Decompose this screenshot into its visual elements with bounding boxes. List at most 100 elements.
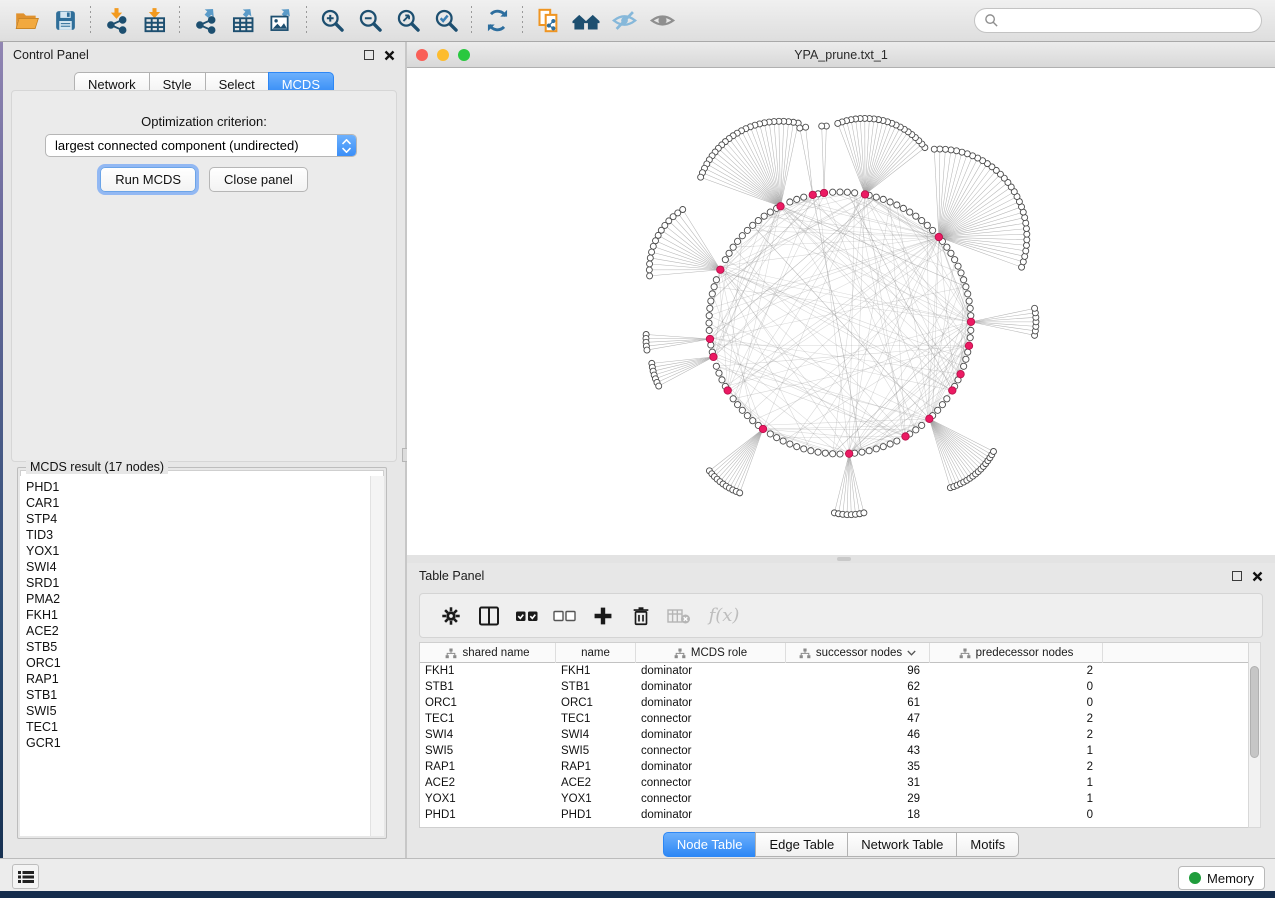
apply-layout-icon[interactable] [478, 4, 516, 38]
column-header-successor-nodes[interactable]: successor nodes [786, 643, 930, 663]
mcds-result-item[interactable]: STP4 [26, 511, 370, 527]
column-header-shared-name[interactable]: shared name [420, 643, 556, 663]
table-row[interactable]: PHD1PHD1dominator180 [420, 807, 1248, 823]
table-cell: FKH1 [420, 663, 556, 679]
table-row[interactable]: RAP1RAP1dominator352 [420, 759, 1248, 775]
optimization-select[interactable]: largest connected component (undirected) [45, 134, 357, 157]
table-cell: ACE2 [420, 775, 556, 791]
column-header-MCDS-role[interactable]: MCDS role [636, 643, 786, 663]
open-session-icon[interactable] [8, 4, 46, 38]
zoom-fit-icon[interactable] [389, 4, 427, 38]
table-row[interactable]: ACE2ACE2connector311 [420, 775, 1248, 791]
zoom-out-icon[interactable] [351, 4, 389, 38]
table-cell: dominator [636, 695, 786, 711]
memory-status-icon [1189, 872, 1201, 884]
table-cell: PHD1 [420, 807, 556, 823]
deselect-all-columns-icon[interactable] [546, 597, 584, 635]
mcds-result-item[interactable]: SRD1 [26, 575, 370, 591]
mcds-result-item[interactable]: STB1 [26, 687, 370, 703]
mcds-result-item[interactable]: TID3 [26, 527, 370, 543]
save-session-icon[interactable] [46, 4, 84, 38]
mcds-result-item[interactable]: CAR1 [26, 495, 370, 511]
table-body: FKH1FKH1dominator962STB1STB1dominator620… [420, 663, 1248, 823]
mcds-result-item[interactable]: YOX1 [26, 543, 370, 559]
table-row[interactable]: FKH1FKH1dominator962 [420, 663, 1248, 679]
tab-network-table[interactable]: Network Table [847, 832, 956, 857]
table-scrollbar-thumb[interactable] [1250, 666, 1259, 758]
column-header-predecessor-nodes[interactable]: predecessor nodes [930, 643, 1103, 663]
table-scrollbar[interactable] [1248, 642, 1261, 828]
hide-selected-icon[interactable] [605, 4, 643, 38]
mcds-result-item[interactable]: FKH1 [26, 607, 370, 623]
table-row[interactable]: YOX1YOX1connector291 [420, 791, 1248, 807]
mcds-result-item[interactable]: SWI4 [26, 559, 370, 575]
import-network-icon[interactable] [97, 4, 135, 38]
mcds-result-item[interactable]: ORC1 [26, 655, 370, 671]
mcds-result-item[interactable]: GCR1 [26, 735, 370, 751]
application-window: Control Panel Network Style Select MCDS … [0, 0, 1275, 891]
tab-edge-table[interactable]: Edge Table [755, 832, 847, 857]
horizontal-splitter-grip[interactable] [837, 557, 851, 561]
table-cell: 0 [930, 695, 1103, 711]
table-cell: TEC1 [556, 711, 636, 727]
show-panels-button[interactable] [12, 864, 39, 889]
new-network-from-selection-icon[interactable] [529, 4, 567, 38]
sort-chevron-icon[interactable] [907, 650, 916, 656]
column-header-label: shared name [462, 647, 529, 659]
close-panel-icon[interactable] [384, 50, 395, 61]
mcds-result-item[interactable]: PMA2 [26, 591, 370, 607]
window-close-button[interactable] [416, 49, 428, 61]
network-graph-svg [407, 68, 1275, 555]
mcds-result-item[interactable]: PHD1 [26, 479, 370, 495]
mcds-result-item[interactable]: STB5 [26, 639, 370, 655]
mcds-result-item[interactable]: ACE2 [26, 623, 370, 639]
show-all-icon[interactable] [643, 4, 681, 38]
table-cell: dominator [636, 679, 786, 695]
run-mcds-button[interactable]: Run MCDS [100, 167, 196, 192]
tab-motifs[interactable]: Motifs [956, 832, 1019, 857]
zoom-in-icon[interactable] [313, 4, 351, 38]
close-table-panel-icon[interactable] [1252, 571, 1263, 582]
network-titlebar[interactable]: YPA_prune.txt_1 [407, 42, 1275, 68]
export-table-icon[interactable] [224, 4, 262, 38]
search-field[interactable] [974, 8, 1262, 33]
show-columns-icon[interactable] [470, 597, 508, 635]
memory-button[interactable]: Memory [1178, 866, 1265, 890]
mcds-result-item[interactable]: RAP1 [26, 671, 370, 687]
horizontal-splitter[interactable] [407, 555, 1275, 563]
fx-label: f(x) [709, 605, 740, 626]
mcds-result-item[interactable]: TEC1 [26, 719, 370, 735]
import-table-icon[interactable] [135, 4, 173, 38]
export-network-icon[interactable] [186, 4, 224, 38]
table-cell: SWI4 [420, 727, 556, 743]
first-neighbors-icon[interactable] [567, 4, 605, 38]
table-row[interactable]: SWI5SWI5connector431 [420, 743, 1248, 759]
table-mode-gear-icon[interactable] [432, 597, 470, 635]
tab-node-table[interactable]: Node Table [663, 832, 756, 857]
search-input[interactable] [999, 11, 1261, 31]
table-cell: 18 [786, 807, 930, 823]
table-row[interactable]: STB1STB1dominator620 [420, 679, 1248, 695]
zoom-selected-icon[interactable] [427, 4, 465, 38]
mcds-result-scrollbar[interactable] [370, 476, 384, 836]
float-table-panel-icon[interactable] [1232, 571, 1242, 581]
search-icon [984, 13, 999, 28]
table-cell: ACE2 [556, 775, 636, 791]
delete-table-icon [660, 597, 698, 635]
window-minimize-button[interactable] [437, 49, 449, 61]
mcds-result-item[interactable]: SWI5 [26, 703, 370, 719]
close-panel-button[interactable]: Close panel [209, 167, 308, 192]
delete-columns-icon[interactable] [622, 597, 660, 635]
table-row[interactable]: TEC1TEC1connector472 [420, 711, 1248, 727]
window-zoom-button[interactable] [458, 49, 470, 61]
table-row[interactable]: ORC1ORC1dominator610 [420, 695, 1248, 711]
network-canvas[interactable] [407, 68, 1275, 555]
create-column-icon[interactable] [584, 597, 622, 635]
float-panel-icon[interactable] [364, 50, 374, 60]
column-header-label: predecessor nodes [976, 647, 1074, 659]
table-cell: ORC1 [420, 695, 556, 711]
export-image-icon[interactable] [262, 4, 300, 38]
select-all-columns-icon[interactable] [508, 597, 546, 635]
table-row[interactable]: SWI4SWI4dominator462 [420, 727, 1248, 743]
column-header-name[interactable]: name [556, 643, 636, 663]
